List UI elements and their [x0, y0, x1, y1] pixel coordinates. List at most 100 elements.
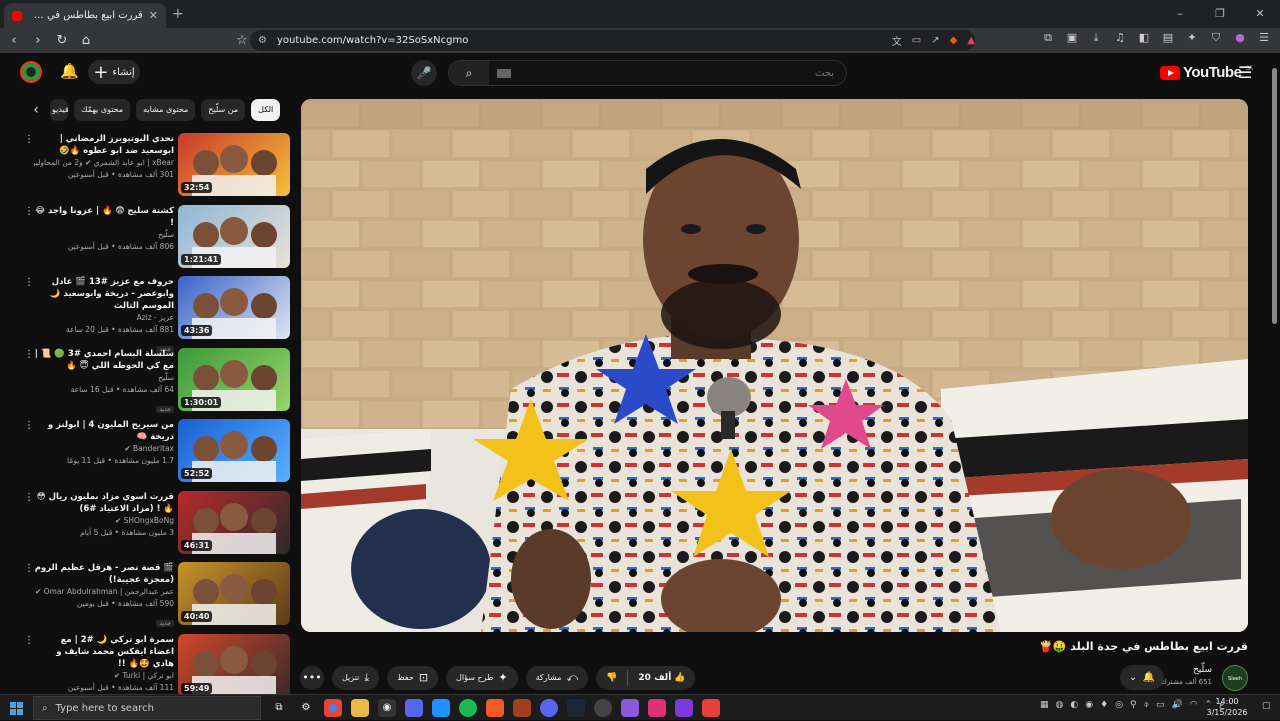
scrollbar-thumb[interactable] [1272, 68, 1277, 324]
related-video-channel[interactable]: سلّيح [34, 372, 174, 384]
related-video-thumbnail[interactable]: 1:21:41 [178, 204, 290, 268]
chip-videos[interactable]: فيديو [50, 99, 68, 121]
dislike-icon[interactable]: 👎 [596, 673, 627, 683]
kebab-menu-icon[interactable]: ⋮ [24, 206, 34, 217]
tray-network-icon[interactable]: ◍ [1056, 700, 1064, 710]
tray-mic-icon[interactable]: ♦ [1100, 700, 1108, 710]
tray-app-icon[interactable]: ▦ [1040, 700, 1049, 710]
back-icon[interactable]: ‹ [4, 33, 24, 48]
start-button[interactable] [0, 695, 32, 721]
channel-name[interactable]: سلّيح [1193, 665, 1212, 675]
maximize-button[interactable]: ❐ [1200, 0, 1240, 28]
chip-recommended[interactable]: محتوى يهمّك [74, 99, 131, 121]
share-button[interactable]: مشاركة ⤺ [525, 665, 589, 690]
new-tab-button[interactable]: + [172, 6, 184, 22]
forward-icon[interactable]: › [28, 33, 48, 48]
related-video-title[interactable]: كشتة سليح 😨 🔥 | عزونا واجد 😂 ! [34, 205, 174, 229]
task-view-icon[interactable]: ⧉ [270, 699, 288, 717]
related-video-thumbnail[interactable]: 40:40 [178, 562, 290, 625]
obs-app-icon[interactable]: ◉ [378, 699, 396, 717]
tray-battery-icon[interactable]: ▭ [1156, 700, 1165, 710]
related-video-item[interactable]: ⋮ سمرة ابو تركي 🌙 #2 | مع اعضاء ايفكس مح… [20, 633, 292, 698]
chip-related[interactable]: محتوى مشابه [136, 99, 196, 121]
related-video-channel[interactable]: عمر عبدالرحمن | Omar Abdulrahman ✔ [34, 586, 174, 598]
save-button[interactable]: حفظ ⊡ [387, 665, 439, 690]
file-explorer-icon[interactable] [351, 699, 369, 717]
related-video-thumbnail[interactable]: 32:54 [178, 133, 290, 196]
discord-alt-app-icon[interactable] [540, 699, 558, 717]
chip-from-channel[interactable]: من سلّيح [201, 99, 246, 121]
related-video-thumbnail[interactable]: 43:36 [178, 276, 290, 339]
kebab-menu-icon[interactable]: ⋮ [24, 278, 34, 288]
tray-shield-icon[interactable]: ◐ [1070, 700, 1078, 710]
related-video-title[interactable]: سمرة ابو تركي 🌙 #2 | مع اعضاء ايفكس محمد… [34, 634, 174, 670]
kebab-menu-icon[interactable]: ⋮ [24, 635, 34, 646]
related-video-title[interactable]: 🎬 قصة نصر - هرقل عظيم الروم (معجزة عجيبة… [34, 562, 174, 586]
tray-volume-icon[interactable]: 🔊 [1172, 700, 1183, 710]
channel-avatar[interactable]: Sleeh [1222, 665, 1248, 691]
related-video-item[interactable]: ⋮ سلسلة البسام احمدي #3 🟢 📜 | مع كي الحو… [20, 347, 292, 413]
extensions-icon[interactable]: ⧉ [1040, 31, 1056, 45]
notification-center-icon[interactable]: ▢ [1262, 701, 1271, 711]
kebab-menu-icon[interactable]: ⋮ [24, 564, 34, 574]
store-app-icon[interactable] [432, 699, 450, 717]
related-video-thumbnail[interactable]: 46:31 [178, 490, 290, 554]
music-icon[interactable]: ♫ [1112, 31, 1128, 45]
kebab-menu-icon[interactable]: ⋮ [24, 492, 34, 503]
related-video-title[interactable]: سلسلة البسام احمدي #3 🟢 📜 | مع كي الحوطه… [34, 348, 174, 372]
kebab-menu-icon[interactable]: ⋮ [24, 135, 34, 145]
video-player[interactable] [301, 99, 1248, 632]
spotify-app-icon[interactable] [459, 699, 477, 717]
more-actions-button[interactable]: ••• [300, 665, 324, 690]
related-video-channel[interactable]: ابو تركي | Turki ✔ [34, 670, 174, 682]
tab-close-icon[interactable]: ✕ [149, 9, 158, 22]
brave-app-icon[interactable] [486, 699, 504, 717]
tray-mic2-icon[interactable]: ⌽ [1144, 700, 1149, 710]
wallet-icon[interactable]: ▤ [1160, 31, 1176, 45]
tray-wifi-icon[interactable]: ◠ [1190, 700, 1198, 710]
related-video-channel[interactable]: Banderitax ✔ [34, 443, 174, 455]
related-video-thumbnail[interactable]: 59:49 [178, 633, 290, 697]
related-video-title[interactable]: تحدي اليوتيوبرز الرمضاني | ابوسعيد ضد اب… [34, 133, 174, 157]
chrome-app-icon[interactable] [324, 699, 342, 717]
related-video-item[interactable]: ⋮ حروف مع عزيز #13 🎬 عادل وابوعصر - دريخ… [20, 276, 292, 353]
chips-scroll-left-icon[interactable]: ‹ [28, 102, 44, 118]
taskbar-clock[interactable]: 14:00 3/15/2026 [1204, 696, 1250, 718]
tray-location-icon[interactable]: ⚲ [1130, 700, 1137, 710]
related-video-channel[interactable]: SHOngxBoNg ✔ [34, 515, 174, 527]
download-button[interactable]: تنزيل ⤓ [332, 665, 380, 690]
related-video-channel[interactable]: سلّيح [34, 229, 174, 241]
kebab-menu-icon[interactable]: ⋮ [24, 421, 34, 431]
controller-app-icon[interactable] [621, 699, 639, 717]
leo-icon[interactable]: ✦ [1184, 31, 1200, 45]
brave-nightly-app-icon[interactable] [702, 699, 720, 717]
search-icon[interactable]: ⌕ [449, 61, 489, 85]
related-video-channel[interactable]: عزيز - Aziz [34, 312, 174, 324]
download-icon[interactable]: ⤓ [1088, 31, 1104, 45]
rewards-icon[interactable]: ▲ [967, 35, 975, 46]
tray-record-icon[interactable]: ◉ [1085, 700, 1093, 710]
related-video-title[interactable]: قررت اسوي مزاد بمليون ريال 😳🔥 ! (مزاد ال… [34, 491, 174, 515]
browser-menu-icon[interactable]: ☰ [1256, 31, 1272, 45]
notifications-bell-icon[interactable]: 🔔 [60, 62, 79, 80]
related-video-channel[interactable]: xBear | ابو عابد الشمري ✔ و2 من المحاولي… [34, 157, 174, 169]
minimize-button[interactable]: – [1160, 0, 1200, 28]
site-info-icon[interactable]: ⚙ [258, 35, 267, 46]
address-bar[interactable]: ⚙ youtube.com/watch?v=32SoSxNcgmo 文 ▭ ↗ … [250, 30, 975, 51]
settings-app-icon[interactable]: ⚙ [297, 699, 315, 717]
url-text[interactable]: youtube.com/watch?v=32SoSxNcgmo [277, 35, 882, 46]
screenshot-icon[interactable]: ▣ [1064, 31, 1080, 45]
guide-menu-icon[interactable]: ☰ [1238, 63, 1252, 82]
pink-app-icon[interactable] [648, 699, 666, 717]
steam-app-icon[interactable] [567, 699, 585, 717]
bookmark-icon[interactable]: ☆ [232, 33, 252, 48]
create-button[interactable]: + إنشاء [88, 60, 140, 84]
subscription-bell-button[interactable]: ⌄ 🔔 [1120, 665, 1164, 690]
vpn-icon[interactable]: ⛉ [1208, 31, 1224, 45]
related-video-item[interactable]: ⋮ قررت اسوي مزاد بمليون ريال 😳🔥 ! (مزاد … [20, 490, 292, 555]
related-video-item[interactable]: ⋮ تحدي اليوتيوبرز الرمضاني | ابوسعيد ضد … [20, 133, 292, 197]
account-avatar[interactable] [20, 61, 42, 83]
kebab-menu-icon[interactable]: ⋮ [24, 349, 34, 360]
home-icon[interactable]: ⌂ [76, 33, 96, 48]
related-video-item[interactable]: ⋮ كشتة سليح 😨 🔥 | عزونا واجد 😂 ! سلّيح 8… [20, 204, 292, 269]
